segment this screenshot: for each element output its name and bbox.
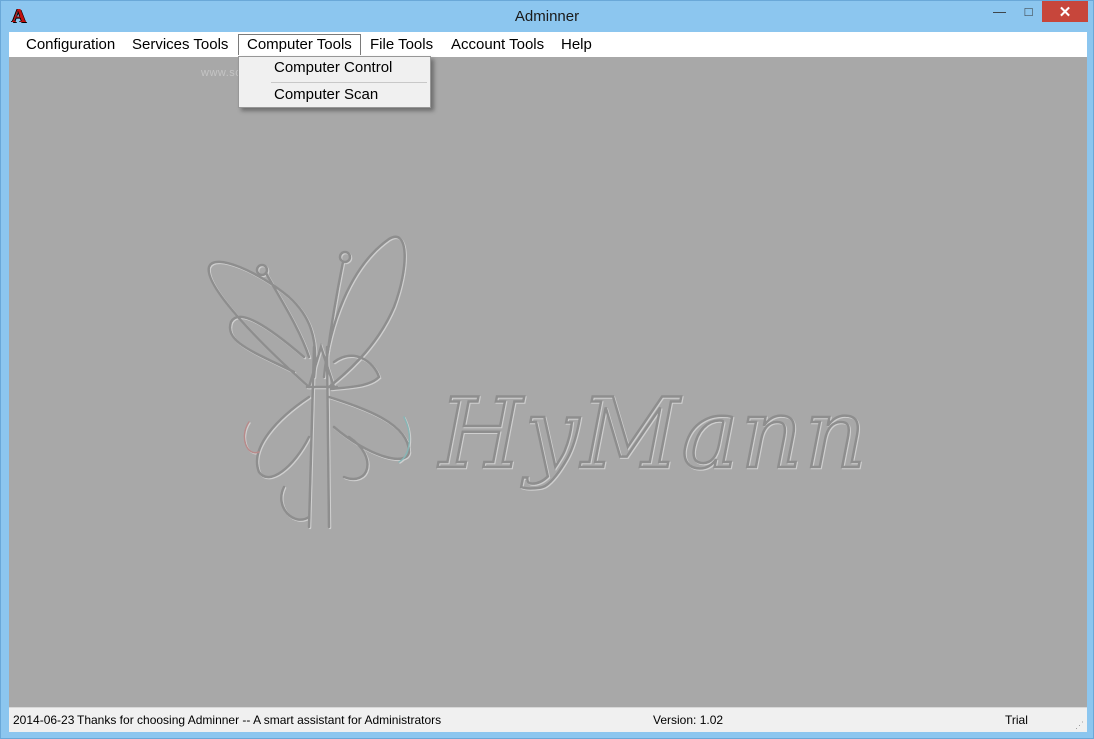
title-bar[interactable]: A Adminner — □ ✕ [1,1,1093,32]
menu-computer-tools[interactable]: Computer Tools [238,34,361,55]
minimize-button[interactable]: — [985,1,1014,22]
app-window: A Adminner — □ ✕ Configuration Services … [0,0,1094,739]
window-title: Adminner [514,8,580,25]
minimize-icon: — [993,4,1006,19]
menu-item-computer-control[interactable]: Computer Control [239,57,430,81]
maximize-icon: □ [1024,4,1033,19]
status-date: 2014-06-23 [13,713,75,727]
menu-help[interactable]: Help [553,34,600,55]
menu-file-tools[interactable]: File Tools [362,34,441,55]
menu-services-tools[interactable]: Services Tools [124,34,236,55]
computer-tools-dropdown: Computer Control Computer Scan [238,56,431,108]
butterfly-icon [207,235,411,529]
menu-bar: Configuration Services Tools Computer To… [9,32,1087,58]
maximize-button[interactable]: □ [1014,1,1043,22]
status-bar: 2014-06-23 Thanks for choosing Adminner … [9,707,1087,732]
hymann-logo-text: HyMann [437,378,868,490]
close-icon: ✕ [1058,3,1072,21]
status-message: Thanks for choosing Adminner -- A smart … [77,713,442,727]
close-button[interactable]: ✕ [1042,1,1088,22]
resize-grip-icon[interactable]: ⋰ [1075,720,1085,730]
hymann-logo: HyMann [207,235,868,529]
menu-configuration[interactable]: Configuration [18,34,123,55]
menu-item-computer-scan[interactable]: Computer Scan [239,84,430,108]
dropdown-separator [271,82,427,83]
workspace: www.softpedia.com [9,57,1087,707]
menu-account-tools[interactable]: Account Tools [443,34,552,55]
status-version: Version: 1.02 [653,713,724,727]
status-license: Trial [1005,713,1028,727]
